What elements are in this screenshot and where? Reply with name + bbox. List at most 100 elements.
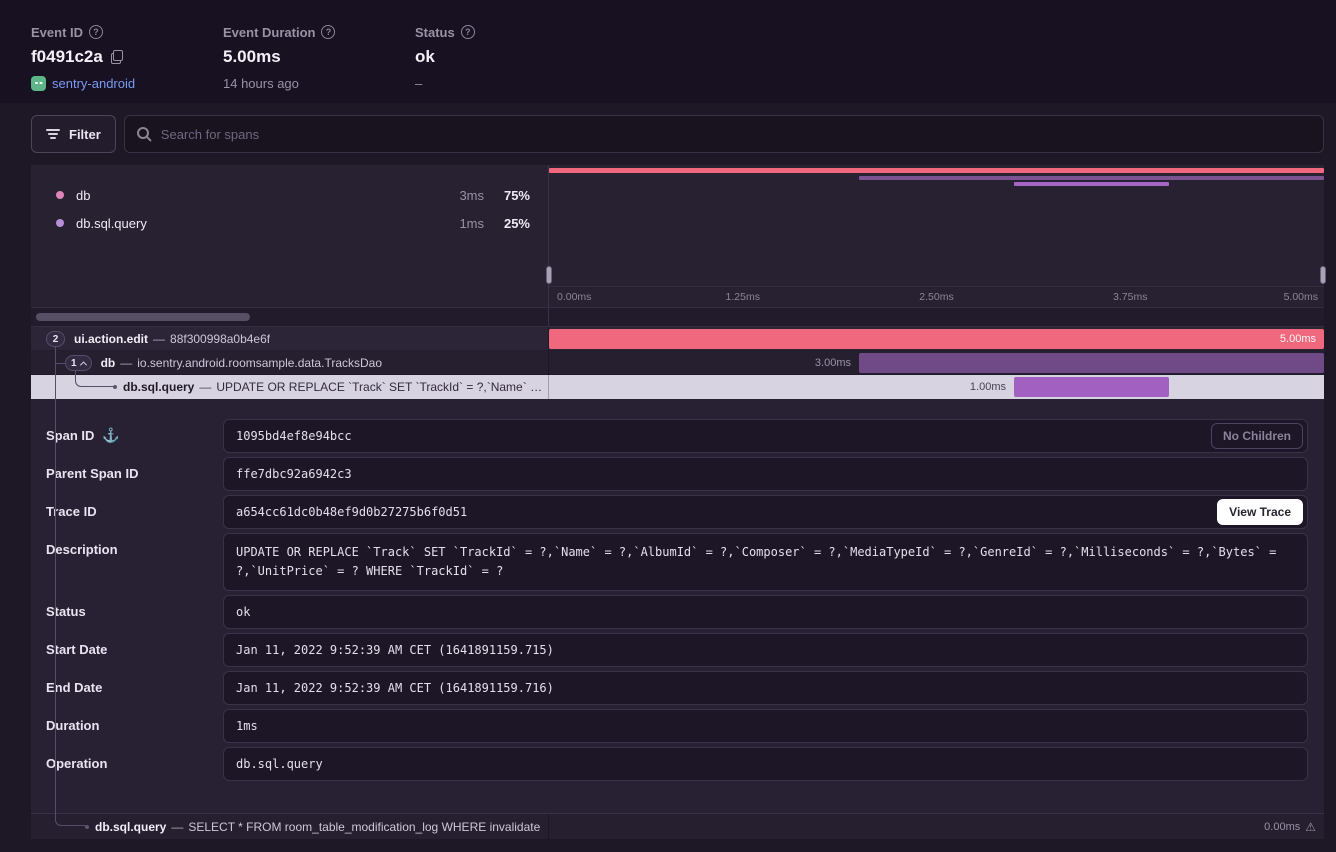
tree-dot — [113, 385, 117, 389]
minimap-chart[interactable] — [549, 165, 1324, 286]
parent-span-id-value-box: ffe7dbc92a6942c3 — [223, 457, 1308, 491]
span-operation: ui.action.edit — [74, 332, 148, 346]
span-operation: db — [101, 356, 116, 370]
help-icon[interactable]: ? — [89, 25, 103, 39]
span-duration-bar — [549, 329, 1324, 349]
description-value: UPDATE OR REPLACE `Track` SET `TrackId` … — [236, 543, 1283, 581]
span-row-db-sql-query-select[interactable]: db.sql.query—SELECT * FROM room_table_mo… — [31, 813, 1324, 839]
detail-row-span-id: Span ID ⚓ 1095bd4ef8e94bcc No Children — [46, 419, 1308, 453]
minimap-bar-ui-action-edit — [549, 168, 1324, 173]
detail-label: Trace ID — [46, 495, 223, 529]
status-value-row: ok — [415, 46, 607, 68]
detail-row-duration: Duration 1ms — [46, 709, 1308, 743]
event-id-value: f0491c2a — [31, 47, 103, 67]
axis-tick: 3.75ms — [1113, 291, 1147, 303]
span-description: UPDATE OR REPLACE `Track` SET `TrackId` … — [216, 380, 548, 394]
span-row-db[interactable]: 1 db—io.sentry.android.roomsample.data.T… — [31, 351, 1324, 375]
detail-row-start-date: Start Date Jan 11, 2022 9:52:39 AM CET (… — [46, 633, 1308, 667]
trace-view-panel: db 3ms 75% db.sql.query 1ms 25% — [31, 165, 1324, 839]
no-children-button[interactable]: No Children — [1211, 423, 1303, 449]
search-input[interactable] — [161, 127, 1311, 142]
span-id-value: 1095bd4ef8e94bcc — [236, 429, 352, 443]
span-title: db.sql.query—UPDATE OR REPLACE `Track` S… — [123, 380, 548, 394]
span-title: ui.action.edit—88f300998a0b4e6f — [74, 332, 270, 346]
project-link[interactable]: sentry-android — [52, 76, 135, 91]
event-age: 14 hours ago — [223, 75, 415, 91]
detail-row-end-date: End Date Jan 11, 2022 9:52:39 AM CET (16… — [46, 671, 1308, 705]
status-detail-value: ok — [236, 605, 250, 619]
minimap-bar-db — [859, 176, 1324, 180]
detail-label: Operation — [46, 747, 223, 781]
span-operation: db.sql.query — [123, 380, 194, 394]
span-description: SELECT * FROM room_table_modification_lo… — [188, 820, 540, 834]
help-icon[interactable]: ? — [461, 25, 475, 39]
end-date-value-box: Jan 11, 2022 9:52:39 AM CET (1641891159.… — [223, 671, 1308, 705]
duration-value-box: 1ms — [223, 709, 1308, 743]
trace-id-value: a654cc61dc0b48ef9d0b27275b6f0d51 — [236, 505, 467, 519]
span-duration-label: 0.00ms — [1264, 821, 1300, 833]
event-duration-label-row: Event Duration ? — [223, 24, 415, 40]
status-value: ok — [415, 47, 435, 67]
scrollbar-strip-right — [548, 308, 1324, 326]
scrollbar-thumb[interactable] — [36, 313, 250, 321]
event-id-column: Event ID ? f0491c2a sentry-android — [31, 24, 223, 91]
op-duration: 3ms — [414, 188, 484, 203]
duration-value: 1ms — [236, 719, 258, 733]
anchor-icon[interactable]: ⚓ — [102, 428, 119, 442]
event-duration-value-row: 5.00ms — [223, 46, 415, 68]
minimap-section: db 3ms 75% db.sql.query 1ms 25% — [31, 165, 1324, 307]
help-icon[interactable]: ? — [321, 25, 335, 39]
detail-row-status: Status ok — [46, 595, 1308, 629]
scrollbar-strip — [31, 307, 1324, 327]
status-label: Status — [415, 25, 455, 40]
op-percent: 75% — [484, 188, 530, 203]
span-tree-cell: db.sql.query—SELECT * FROM room_table_mo… — [31, 814, 548, 839]
event-id-label: Event ID — [31, 25, 83, 40]
status-sub: – — [415, 75, 607, 91]
span-row-ui-action-edit[interactable]: 2 ui.action.edit—88f300998a0b4e6f 5.00ms — [31, 327, 1324, 351]
copy-icon[interactable] — [111, 50, 123, 64]
span-description: 88f300998a0b4e6f — [170, 332, 270, 346]
detail-row-parent-span-id: Parent Span ID ffe7dbc92a6942c3 — [46, 457, 1308, 491]
children-count: 2 — [53, 334, 59, 345]
viewport-handle-left[interactable] — [546, 266, 552, 284]
end-date-value: Jan 11, 2022 9:52:39 AM CET (1641891159.… — [236, 681, 554, 695]
span-id-value-box: 1095bd4ef8e94bcc No Children — [223, 419, 1308, 453]
event-duration-label: Event Duration — [223, 25, 315, 40]
time-axis: 0.00ms 1.25ms 2.50ms 3.75ms 5.00ms — [549, 286, 1324, 306]
event-header: Event ID ? f0491c2a sentry-android Event… — [0, 0, 1336, 103]
status-value-box: ok — [223, 595, 1308, 629]
detail-label: Duration — [46, 709, 223, 743]
span-duration-bar — [1014, 377, 1169, 397]
filter-icon — [46, 129, 60, 139]
collapse-badge[interactable]: 1 — [65, 355, 92, 371]
op-percent: 25% — [484, 216, 530, 231]
event-id-label-row: Event ID ? — [31, 24, 223, 40]
axis-tick: 2.50ms — [919, 291, 953, 303]
trace-minimap[interactable]: 0.00ms 1.25ms 2.50ms 3.75ms 5.00ms — [548, 165, 1324, 307]
horizontal-scrollbar[interactable] — [31, 308, 548, 326]
span-tree-cell: db.sql.query—UPDATE OR REPLACE `Track` S… — [31, 375, 548, 399]
search-box[interactable] — [124, 115, 1324, 153]
tree-dot — [85, 825, 89, 829]
view-trace-button[interactable]: View Trace — [1217, 499, 1303, 525]
span-row-db-sql-query-selected[interactable]: db.sql.query—UPDATE OR REPLACE `Track` S… — [31, 375, 1324, 399]
viewport-handle-right[interactable] — [1320, 266, 1326, 284]
operations-breakdown: db 3ms 75% db.sql.query 1ms 25% — [31, 165, 548, 307]
sentry-event-trace-page: Event ID ? f0491c2a sentry-android Event… — [0, 0, 1336, 852]
op-name: db — [76, 188, 90, 203]
span-bar-track: 0.00ms ⚠ — [548, 814, 1324, 839]
axis-tick: 0.00ms — [557, 291, 591, 303]
op-duration: 1ms — [414, 216, 484, 231]
android-platform-icon — [31, 76, 46, 91]
span-duration-label: 5.00ms — [1280, 327, 1316, 351]
legend-item-db: db 3ms 75% — [31, 181, 548, 209]
filter-button[interactable]: Filter — [31, 115, 116, 153]
detail-row-description: Description UPDATE OR REPLACE `Track` SE… — [46, 533, 1308, 591]
span-bar-track: 5.00ms — [548, 327, 1324, 351]
operation-value: db.sql.query — [236, 757, 323, 771]
status-label-row: Status ? — [415, 24, 607, 40]
axis-tick: 1.25ms — [726, 291, 760, 303]
project-row: sentry-android — [31, 75, 223, 91]
children-count-badge[interactable]: 2 — [46, 331, 65, 347]
